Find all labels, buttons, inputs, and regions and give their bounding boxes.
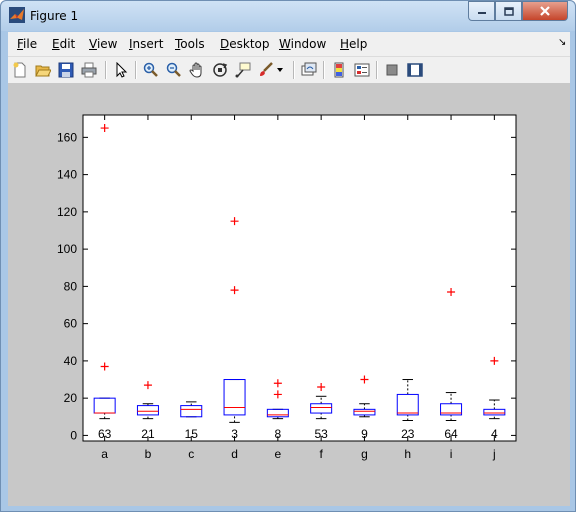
show-plot-tools-icon[interactable]	[405, 60, 425, 80]
menu-tools[interactable]: Tools	[175, 37, 205, 51]
figure-canvas[interactable]: 0 20 40 60 80 100 120 140 160 a 63 b 21 c 15 d 3 e 8 f 53 g 9 h…	[8, 84, 570, 506]
minimize-icon	[477, 12, 486, 14]
matlab-logo-icon	[9, 7, 25, 23]
menu-desktop[interactable]: Desktop	[220, 37, 270, 51]
y-tick-label: 0	[70, 428, 77, 442]
close-button[interactable]	[522, 1, 568, 21]
toolbar-separator	[293, 61, 295, 79]
close-icon	[540, 6, 550, 16]
boxplot-chart[interactable]: 0 20 40 60 80 100 120 140 160 a 63 b 21 c 15 d 3 e 8 f 53 g 9 h…	[8, 84, 570, 506]
count-label: 4	[491, 427, 498, 441]
y-tick-label: 20	[64, 391, 78, 405]
open-file-icon[interactable]	[33, 60, 53, 80]
hide-plot-tools-icon[interactable]	[382, 60, 402, 80]
x-tick-label: c	[188, 447, 194, 461]
x-tick-label: e	[275, 447, 282, 461]
legend-icon[interactable]	[352, 60, 372, 80]
count-label: 23	[401, 427, 415, 441]
count-label: 63	[98, 427, 112, 441]
menu-help[interactable]: Help	[340, 37, 367, 51]
toolbar-separator	[105, 61, 107, 79]
y-tick-label: 120	[57, 205, 77, 219]
x-tick-label: d	[231, 447, 238, 461]
x-tick-label: j	[492, 447, 496, 461]
toolbar-separator	[135, 61, 137, 79]
count-label: 53	[314, 427, 328, 441]
menu-view[interactable]: View	[89, 37, 117, 51]
zoom-out-icon[interactable]	[164, 60, 184, 80]
zoom-in-icon[interactable]	[141, 60, 161, 80]
count-label: 64	[444, 427, 458, 441]
x-tick-label: b	[145, 447, 152, 461]
window-title: Figure 1	[30, 9, 79, 23]
maximize-button[interactable]	[495, 1, 522, 21]
count-label: 8	[275, 427, 282, 441]
count-label: 9	[361, 427, 368, 441]
count-label: 21	[141, 427, 155, 441]
new-figure-icon[interactable]	[10, 60, 30, 80]
minimize-button[interactable]	[468, 1, 495, 21]
link-plot-icon[interactable]	[299, 60, 319, 80]
x-tick-label: a	[101, 447, 108, 461]
save-icon[interactable]	[56, 60, 76, 80]
brush-dropdown-icon[interactable]	[274, 60, 286, 80]
count-label: 15	[185, 427, 199, 441]
brush-icon[interactable]	[256, 60, 276, 80]
toolbar-separator	[323, 61, 325, 79]
pan-hand-icon[interactable]	[187, 60, 207, 80]
x-tick-label: i	[450, 447, 453, 461]
y-tick-label: 140	[57, 168, 77, 182]
edit-plot-arrow-icon[interactable]	[111, 60, 131, 80]
x-tick-label: f	[319, 447, 323, 461]
figure-window: Figure 1 File Edit View Insert Tools Des…	[0, 0, 576, 512]
y-tick-label: 100	[57, 242, 77, 256]
y-tick-label: 40	[64, 354, 78, 368]
x-tick-label: h	[404, 447, 411, 461]
data-cursor-icon[interactable]	[233, 60, 253, 80]
x-tick-label: g	[361, 447, 368, 461]
toolbar-separator	[376, 61, 378, 79]
dock-figure-icon[interactable]: ↘	[558, 37, 566, 48]
colorbar-icon[interactable]	[329, 60, 349, 80]
rotate-3d-icon[interactable]	[210, 60, 230, 80]
title-bar[interactable]: Figure 1	[1, 1, 575, 31]
menu-window[interactable]: Window	[279, 37, 326, 51]
menu-file[interactable]: File	[17, 37, 37, 51]
menu-edit[interactable]: Edit	[52, 37, 75, 51]
maximize-icon	[503, 6, 514, 16]
figure-toolbar	[8, 57, 570, 84]
print-icon[interactable]	[79, 60, 99, 80]
y-tick-label: 160	[57, 130, 77, 144]
menu-insert[interactable]: Insert	[129, 37, 163, 51]
count-label: 3	[231, 427, 238, 441]
menu-bar: File Edit View Insert Tools Desktop Wind…	[8, 32, 570, 57]
y-tick-label: 60	[64, 317, 78, 331]
y-tick-label: 80	[64, 279, 78, 293]
